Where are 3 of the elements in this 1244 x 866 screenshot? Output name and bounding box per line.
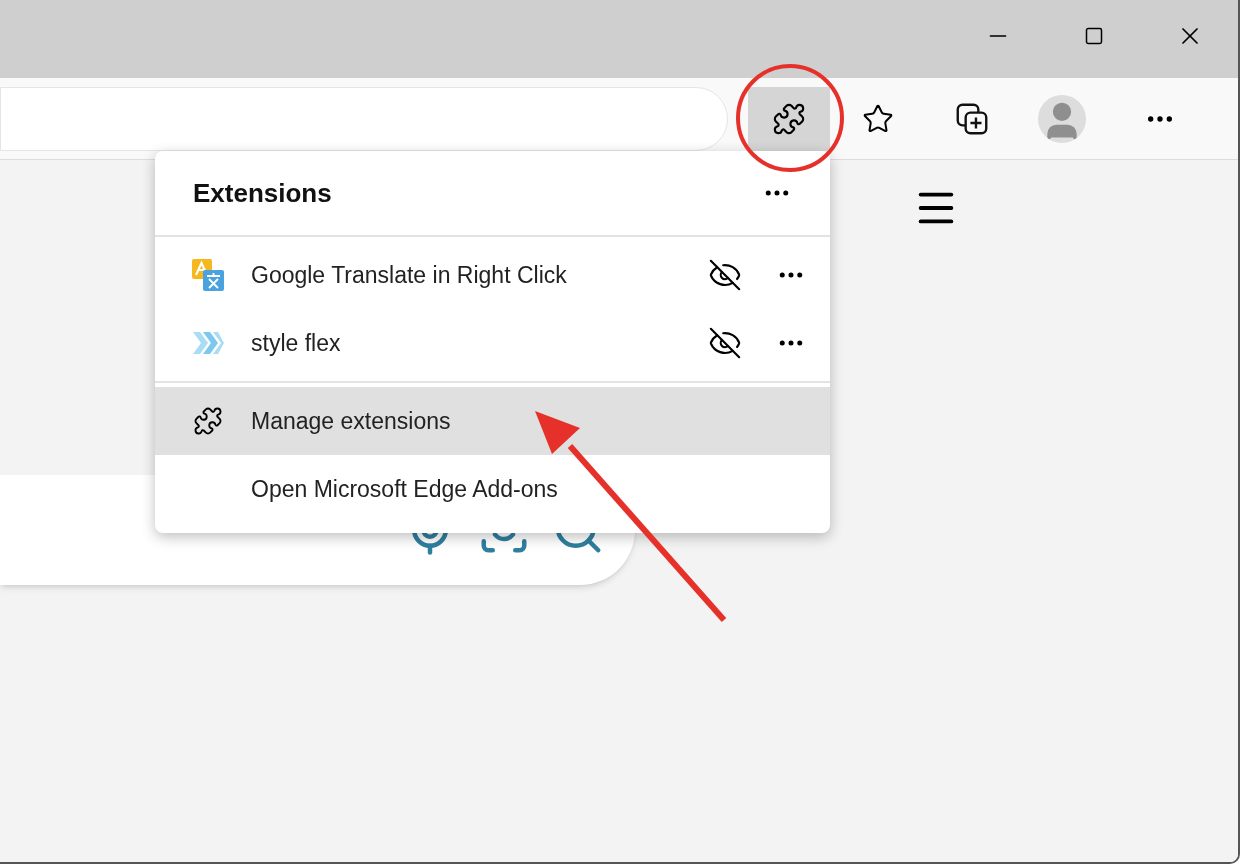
- menu-title: Extensions: [193, 176, 332, 210]
- menu-item-label: Open Microsoft Edge Add-ons: [251, 474, 558, 504]
- menu-item-label: Manage extensions: [251, 406, 451, 436]
